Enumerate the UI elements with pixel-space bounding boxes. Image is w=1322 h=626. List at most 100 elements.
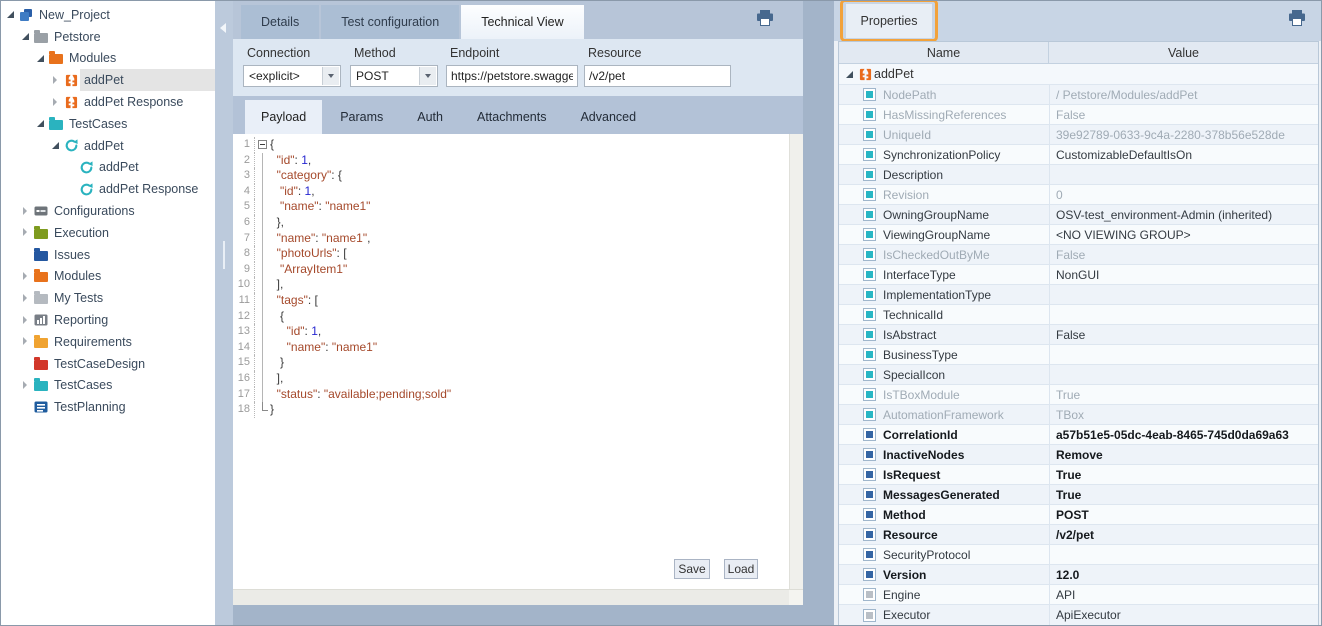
tree-item-configurations[interactable]: Configurations — [1, 200, 215, 222]
tab-technical-view[interactable]: Technical View — [461, 5, 583, 39]
property-row-implementationtype[interactable]: ImplementationType — [839, 285, 1318, 305]
property-row-method[interactable]: MethodPOST — [839, 505, 1318, 525]
tab-auth[interactable]: Auth — [401, 100, 459, 134]
property-row-messagesgenerated[interactable]: MessagesGeneratedTrue — [839, 485, 1318, 505]
expander-icon[interactable] — [20, 206, 31, 217]
property-row-uniqueid[interactable]: UniqueId39e92789-0633-9c4a-2280-378b56e5… — [839, 125, 1318, 145]
resource-input[interactable] — [584, 65, 731, 87]
property-row-automationframework[interactable]: AutomationFrameworkTBox — [839, 405, 1318, 425]
property-value[interactable]: False — [1049, 245, 1318, 264]
expander-icon[interactable] — [844, 69, 855, 80]
property-row-version[interactable]: Version12.0 — [839, 565, 1318, 585]
property-row-viewinggroupname[interactable]: ViewingGroupName<NO VIEWING GROUP> — [839, 225, 1318, 245]
tab-attachments[interactable]: Attachments — [461, 100, 562, 134]
tab-advanced[interactable]: Advanced — [564, 100, 652, 134]
property-value[interactable]: False — [1049, 325, 1318, 344]
tab-payload[interactable]: Payload — [245, 100, 322, 134]
property-row-correlationid[interactable]: CorrelationIda57b51e5-05dc-4eab-8465-745… — [839, 425, 1318, 445]
property-value[interactable] — [1049, 345, 1318, 364]
property-value[interactable] — [1049, 285, 1318, 304]
property-value[interactable] — [1049, 305, 1318, 324]
expander-icon[interactable] — [20, 227, 31, 238]
property-row-executor[interactable]: ExecutorApiExecutor — [839, 605, 1318, 625]
collapse-left-icon[interactable] — [220, 23, 226, 33]
expander-icon[interactable] — [50, 140, 61, 151]
tree-item-addpet[interactable]: addPet — [1, 69, 215, 91]
expander-icon[interactable] — [20, 315, 31, 326]
property-value[interactable]: TBox — [1049, 405, 1318, 424]
properties-root-row[interactable]: addPet — [839, 64, 1318, 85]
property-row-description[interactable]: Description — [839, 165, 1318, 185]
tree-item-addpet-response[interactable]: addPet Response — [1, 91, 215, 113]
property-row-technicalid[interactable]: TechnicalId — [839, 305, 1318, 325]
expander-icon[interactable] — [35, 53, 46, 64]
tree-item-testcasedesign[interactable]: TestCaseDesign — [1, 353, 215, 375]
tree-item-modules[interactable]: Modules — [1, 266, 215, 288]
method-select[interactable]: POST — [350, 65, 438, 87]
property-row-isabstract[interactable]: IsAbstractFalse — [839, 325, 1318, 345]
property-value[interactable]: / Petstore/Modules/addPet — [1049, 85, 1318, 104]
property-value[interactable]: NonGUI — [1049, 265, 1318, 284]
column-header-name[interactable]: Name — [839, 42, 1049, 63]
collapse-region-icon[interactable] — [258, 140, 267, 149]
property-row-isrequest[interactable]: IsRequestTrue — [839, 465, 1318, 485]
property-value[interactable]: a57b51e5-05dc-4eab-8465-745d0da69a63 — [1049, 425, 1318, 444]
property-row-istboxmodule[interactable]: IsTBoxModuleTrue — [839, 385, 1318, 405]
tree-item-new-project[interactable]: New_Project — [1, 4, 215, 26]
property-row-synchronizationpolicy[interactable]: SynchronizationPolicyCustomizableDefault… — [839, 145, 1318, 165]
property-value[interactable]: 0 — [1049, 185, 1318, 204]
connection-select[interactable]: <explicit> — [243, 65, 341, 87]
property-row-resource[interactable]: Resource/v2/pet — [839, 525, 1318, 545]
print-icon[interactable] — [1287, 10, 1307, 32]
property-value[interactable]: ApiExecutor — [1049, 605, 1318, 625]
expander-icon[interactable] — [20, 336, 31, 347]
property-value[interactable] — [1049, 545, 1318, 564]
column-header-value[interactable]: Value — [1049, 42, 1318, 63]
property-row-securityprotocol[interactable]: SecurityProtocol — [839, 545, 1318, 565]
property-row-inactivenodes[interactable]: InactiveNodesRemove — [839, 445, 1318, 465]
left-splitter[interactable] — [215, 1, 233, 625]
property-row-specialicon[interactable]: SpecialIcon — [839, 365, 1318, 385]
expander-icon[interactable] — [35, 118, 46, 129]
property-value[interactable]: 39e92789-0633-9c4a-2280-378b56e528de — [1049, 125, 1318, 144]
tree-item-reporting[interactable]: Reporting — [1, 309, 215, 331]
property-row-businesstype[interactable]: BusinessType — [839, 345, 1318, 365]
property-row-revision[interactable]: Revision0 — [839, 185, 1318, 205]
property-row-engine[interactable]: EngineAPI — [839, 585, 1318, 605]
expander-icon[interactable] — [5, 9, 16, 20]
chevron-down-icon[interactable] — [322, 67, 339, 85]
property-value[interactable]: API — [1049, 585, 1318, 604]
chevron-down-icon[interactable] — [419, 67, 436, 85]
property-value[interactable] — [1049, 165, 1318, 184]
property-row-owninggroupname[interactable]: OwningGroupNameOSV-test_environment-Admi… — [839, 205, 1318, 225]
property-row-nodepath[interactable]: NodePath/ Petstore/Modules/addPet — [839, 85, 1318, 105]
tree-item-testplanning[interactable]: TestPlanning — [1, 396, 215, 418]
property-value[interactable]: True — [1049, 485, 1318, 504]
print-icon[interactable] — [755, 10, 775, 32]
property-value[interactable]: Remove — [1049, 445, 1318, 464]
tab-properties[interactable]: Properties — [846, 4, 932, 38]
tree-item-modules[interactable]: Modules — [1, 48, 215, 70]
tree-item-addpet[interactable]: addPet — [1, 135, 215, 157]
property-value[interactable]: True — [1049, 385, 1318, 404]
payload-editor[interactable]: 1{2 "id": 1,3 "category": {4 "id": 1,5 "… — [233, 134, 789, 589]
property-row-hasmissingreferences[interactable]: HasMissingReferencesFalse — [839, 105, 1318, 125]
property-row-ischeckedoutbyme[interactable]: IsCheckedOutByMeFalse — [839, 245, 1318, 265]
expander-icon[interactable] — [50, 97, 61, 108]
tree-item-issues[interactable]: Issues — [1, 244, 215, 266]
tree-item-testcases[interactable]: TestCases — [1, 113, 215, 135]
property-row-interfacetype[interactable]: InterfaceTypeNonGUI — [839, 265, 1318, 285]
tree-item-my-tests[interactable]: My Tests — [1, 287, 215, 309]
tree-item-petstore[interactable]: Petstore — [1, 26, 215, 48]
expander-icon[interactable] — [20, 293, 31, 304]
expander-icon[interactable] — [50, 75, 61, 86]
tab-test-configuration[interactable]: Test configuration — [321, 5, 459, 39]
property-value[interactable]: <NO VIEWING GROUP> — [1049, 225, 1318, 244]
endpoint-input[interactable] — [446, 65, 578, 87]
property-value[interactable]: 12.0 — [1049, 565, 1318, 584]
property-value[interactable] — [1049, 365, 1318, 384]
expander-icon[interactable] — [20, 271, 31, 282]
save-button[interactable]: Save — [674, 559, 710, 579]
expander-icon[interactable] — [20, 31, 31, 42]
property-value[interactable]: POST — [1049, 505, 1318, 524]
